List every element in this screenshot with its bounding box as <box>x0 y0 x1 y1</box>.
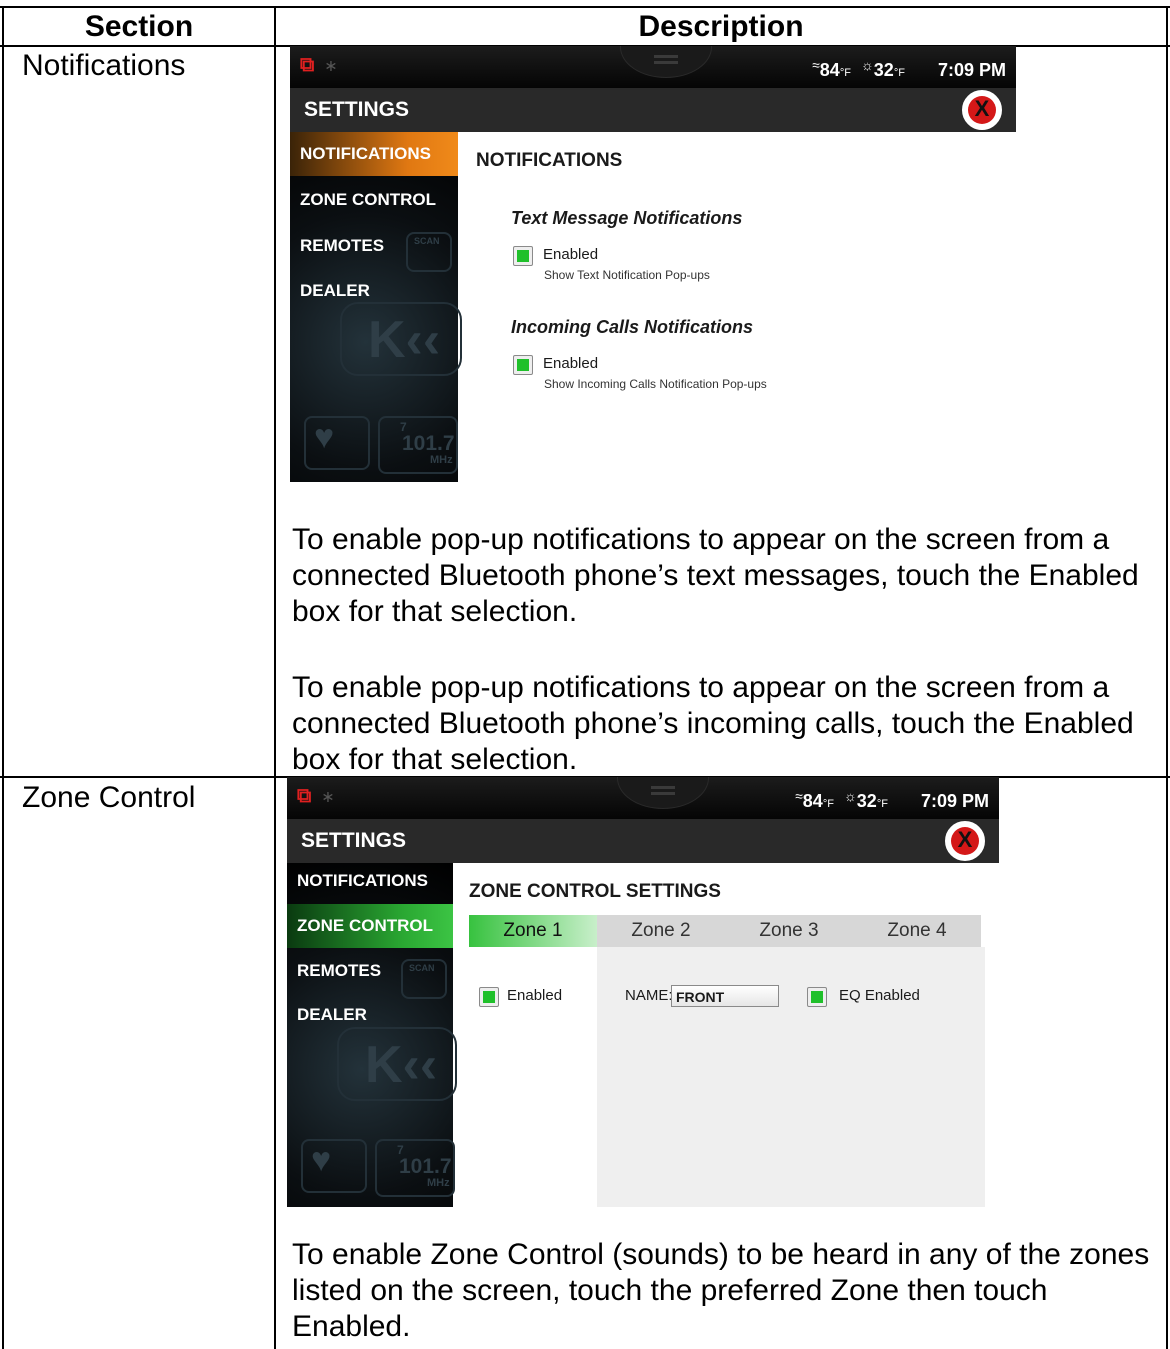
column-divider <box>274 6 276 1349</box>
notifications-paragraph-2: To enable pop-up notifications to appear… <box>292 671 1134 776</box>
status-bar: ⧉ ∗ ≈84°F ☼32°F 7:09 PM <box>290 46 1016 88</box>
group-title-text: Text Message Notifications <box>511 208 743 228</box>
sidebar-item-dealer[interactable]: DEALER <box>287 993 453 1037</box>
group-title-calls: Incoming Calls Notifications <box>511 317 754 337</box>
sidebar-item-dealer[interactable]: DEALER <box>290 269 458 313</box>
eq-enabled-label: EQ Enabled <box>839 987 920 1004</box>
home-handle <box>617 777 709 809</box>
temp-water: 84 <box>802 791 823 811</box>
close-icon: X <box>957 827 973 852</box>
preset-ghost-mhz: MHz <box>427 1177 450 1189</box>
notifications-paragraph-1: To enable pop-up notifications to appear… <box>292 523 1139 628</box>
temp-water: 84 <box>819 60 840 80</box>
kicker-logo-mark: K‹‹ <box>368 311 441 369</box>
close-button[interactable]: X <box>945 821 985 861</box>
preset-ghost-freq: 101.7 <box>399 1155 452 1178</box>
panel-heading: ZONE CONTROL SETTINGS <box>469 881 721 902</box>
preset-ghost-number: 7 <box>397 1143 404 1157</box>
phone-icon: ⧉ <box>300 54 315 76</box>
sun-icon: ☼ <box>843 788 857 804</box>
home-handle <box>620 46 712 78</box>
heart-icon: ♥ <box>311 1141 332 1179</box>
kicker-logo-mark: K‹‹ <box>365 1036 438 1094</box>
notifications-screenshot: ⧉ ∗ ≈84°F ☼32°F 7:09 PM SETTINGS X SCAN K… <box>290 46 1016 482</box>
tab-zone-2[interactable]: Zone 2 <box>597 915 725 947</box>
title-bar: SETTINGS X <box>287 819 999 863</box>
calls-enabled-checkbox[interactable] <box>513 355 533 375</box>
sidebar-item-remotes[interactable]: REMOTES <box>287 949 453 993</box>
sidebar-item-remotes[interactable]: REMOTES <box>290 224 458 268</box>
settings-sidebar: SCAN K‹‹ ♥ 101.7 MHz 7 NOTIFICATIONS ZON… <box>287 863 457 1207</box>
notifications-panel: NOTIFICATIONS Text Message Notifications… <box>458 132 1016 482</box>
settings-sidebar: SCAN K‹‹ ♥ 101.7 MHz 7 NOTIFICATIONS ZON… <box>290 132 462 482</box>
panel-heading: NOTIFICATIONS <box>476 150 623 171</box>
zone-name-label: NAME: <box>625 987 673 1004</box>
sidebar-item-zone-control[interactable]: ZONE CONTROL <box>287 904 453 948</box>
close-button[interactable]: X <box>962 90 1002 130</box>
status-bar: ⧉ ∗ ≈84°F ☼32°F 7:09 PM <box>287 777 999 819</box>
calls-enabled-label: Enabled <box>543 355 599 372</box>
sun-icon: ☼ <box>860 57 874 73</box>
screen-title: SETTINGS <box>304 98 410 121</box>
eq-enabled-checkbox[interactable] <box>807 987 827 1007</box>
tab-zone-3[interactable]: Zone 3 <box>725 915 853 947</box>
zone-control-paragraph: To enable Zone Control (sounds) to be he… <box>292 1238 1150 1343</box>
header-description: Description <box>638 10 804 43</box>
phone-icon: ⧉ <box>297 785 312 807</box>
zone-settings-panel <box>597 947 985 1207</box>
screen-title: SETTINGS <box>301 829 407 852</box>
section-zone-control: Zone Control <box>22 781 196 814</box>
text-enabled-label: Enabled <box>543 246 599 263</box>
tab-zone-1[interactable]: Zone 1 <box>469 915 597 947</box>
water-temp-icon: ≈ <box>812 57 820 73</box>
table-right-border <box>1166 6 1168 1349</box>
temp-air: 32 <box>873 60 894 80</box>
preset-ghost-number: 7 <box>400 420 407 434</box>
calls-enabled-help: Show Incoming Calls Notification Pop-ups <box>544 377 767 391</box>
title-bar: SETTINGS X <box>290 88 1016 132</box>
table-left-border <box>2 6 4 1349</box>
zone-name-input[interactable]: FRONT <box>671 985 779 1007</box>
bluetooth-icon: ∗ <box>321 789 335 806</box>
zone-tabs: Zone 1 Zone 2 Zone 3 Zone 4 <box>469 915 981 947</box>
zone-control-panel: ZONE CONTROL SETTINGS Zone 1 Zone 2 Zone… <box>453 863 999 1207</box>
section-notifications: Notifications <box>22 49 186 82</box>
sidebar-item-notifications[interactable]: NOTIFICATIONS <box>290 132 458 176</box>
preset-ghost-freq: 101.7 <box>402 432 455 455</box>
sidebar-item-zone-control[interactable]: ZONE CONTROL <box>290 178 458 222</box>
header-section: Section <box>84 10 194 43</box>
sidebar-item-notifications[interactable]: NOTIFICATIONS <box>287 859 453 903</box>
zone-enabled-label: Enabled <box>507 987 563 1004</box>
zone-enabled-checkbox[interactable] <box>479 987 499 1007</box>
heart-icon: ♥ <box>314 418 335 456</box>
close-icon: X <box>974 96 990 121</box>
text-enabled-help: Show Text Notification Pop-ups <box>544 268 710 282</box>
tab-zone-4[interactable]: Zone 4 <box>853 915 981 947</box>
preset-ghost-mhz: MHz <box>430 454 453 466</box>
clock: 7:09 PM <box>920 791 989 811</box>
water-temp-icon: ≈ <box>795 788 803 804</box>
clock: 7:09 PM <box>937 60 1006 80</box>
bluetooth-icon: ∗ <box>324 58 338 75</box>
zone-control-screenshot: ⧉ ∗ ≈84°F ☼32°F 7:09 PM SETTINGS X SCAN K… <box>287 777 999 1207</box>
text-enabled-checkbox[interactable] <box>513 246 533 266</box>
temp-air: 32 <box>856 791 877 811</box>
